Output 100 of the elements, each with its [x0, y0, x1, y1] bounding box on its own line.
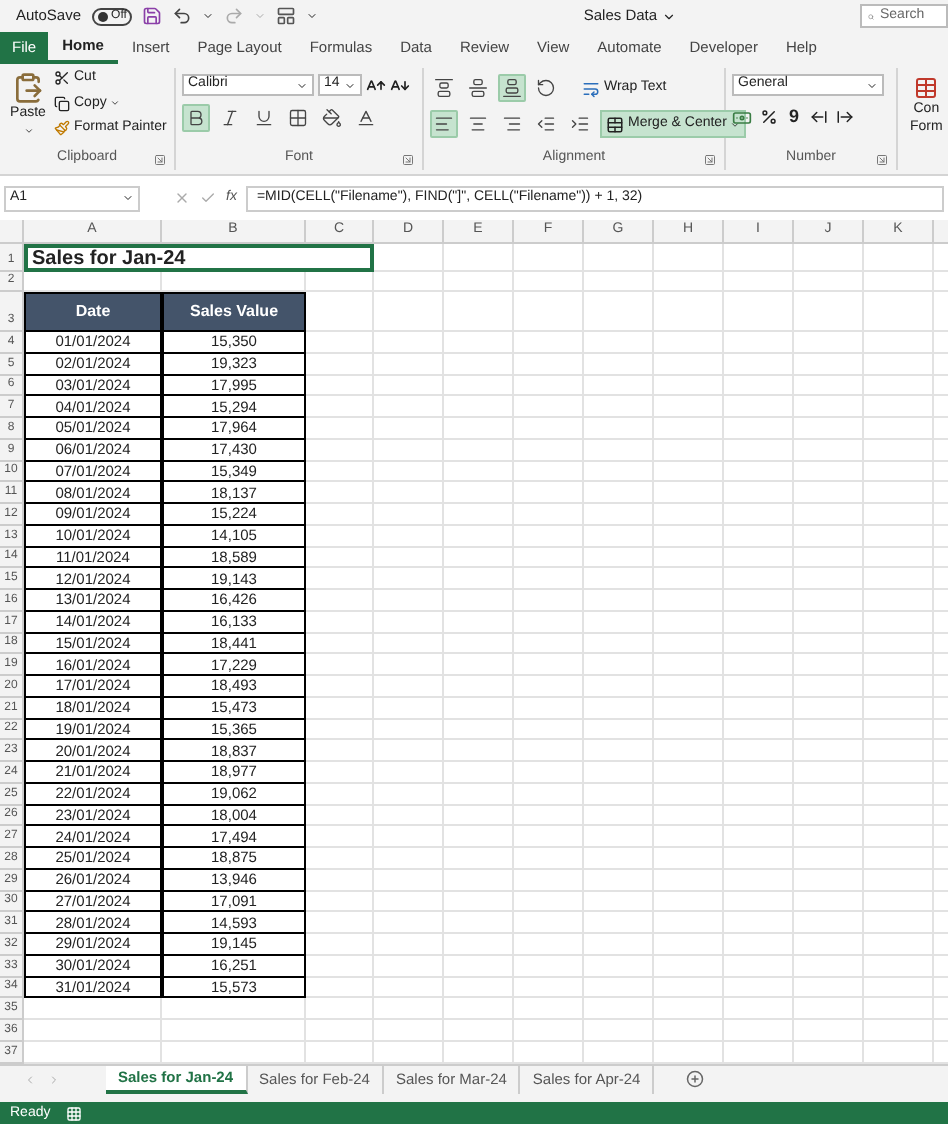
- grid-cell[interactable]: [306, 547, 374, 569]
- grid-cell[interactable]: [444, 244, 514, 272]
- grid-cell[interactable]: [306, 272, 374, 292]
- grid-cell[interactable]: [444, 272, 514, 292]
- grid-cell[interactable]: [794, 869, 864, 891]
- grid-cell[interactable]: [444, 955, 514, 977]
- dialog-launcher-icon[interactable]: [402, 153, 414, 165]
- grid-cell[interactable]: [654, 547, 724, 569]
- grid-cell[interactable]: [584, 697, 654, 719]
- grid-cell[interactable]: [444, 998, 514, 1020]
- redo-icon[interactable]: [224, 6, 245, 26]
- grid-cell[interactable]: [654, 1020, 724, 1042]
- grid-cell[interactable]: [374, 783, 444, 805]
- grid-cell[interactable]: [514, 547, 584, 569]
- grid-cell[interactable]: [306, 977, 374, 999]
- grid-cell[interactable]: [444, 826, 514, 848]
- grid-cell[interactable]: [794, 292, 864, 332]
- grid-cell[interactable]: [306, 869, 374, 891]
- grid-cell[interactable]: [584, 1020, 654, 1042]
- grid-cell[interactable]: [864, 272, 934, 292]
- align-left-button[interactable]: [430, 110, 458, 138]
- cancel-icon[interactable]: [174, 190, 190, 206]
- grid-cell[interactable]: [654, 955, 724, 977]
- grid-cell[interactable]: [654, 934, 724, 956]
- shrink-font-icon[interactable]: [390, 75, 410, 95]
- grid-cell[interactable]: [724, 955, 794, 977]
- grid-cell[interactable]: [306, 676, 374, 698]
- grid-cell[interactable]: [306, 912, 374, 934]
- caret-icon[interactable]: [202, 10, 215, 22]
- grid-cell[interactable]: [864, 848, 934, 870]
- grid-cell[interactable]: [306, 740, 374, 762]
- grid-cell[interactable]: [654, 826, 724, 848]
- grid-cell[interactable]: [584, 353, 654, 375]
- grid-cell[interactable]: [864, 826, 934, 848]
- grid-cell[interactable]: [794, 633, 864, 655]
- grid-cell[interactable]: [864, 912, 934, 934]
- grid-cell[interactable]: [374, 998, 444, 1020]
- grid-cell[interactable]: [444, 740, 514, 762]
- grid-cell[interactable]: [444, 912, 514, 934]
- grid-cell[interactable]: [794, 332, 864, 354]
- grid-cell[interactable]: [584, 332, 654, 354]
- grid-cell[interactable]: [654, 332, 724, 354]
- grid-cell[interactable]: [374, 461, 444, 483]
- grid-cell[interactable]: [584, 676, 654, 698]
- grid-cell[interactable]: [514, 482, 584, 504]
- grid-cell[interactable]: [306, 461, 374, 483]
- grid-cell[interactable]: [514, 396, 584, 418]
- align-middle-button[interactable]: [464, 74, 492, 102]
- grid-cell[interactable]: [654, 461, 724, 483]
- grid-cell[interactable]: [374, 869, 444, 891]
- grid-cell[interactable]: [514, 719, 584, 741]
- grid-cell[interactable]: [654, 977, 724, 999]
- macro-recording-icon[interactable]: [66, 1106, 83, 1122]
- grid-cell[interactable]: [864, 934, 934, 956]
- orientation-button[interactable]: [532, 74, 560, 102]
- grid-cell[interactable]: [374, 805, 444, 827]
- grid-cell[interactable]: [306, 891, 374, 913]
- grid-cell[interactable]: [444, 525, 514, 547]
- grid-cell[interactable]: [864, 719, 934, 741]
- grid-cell[interactable]: [864, 740, 934, 762]
- grid-cell[interactable]: [306, 934, 374, 956]
- grid-cell[interactable]: [374, 719, 444, 741]
- grid-cell[interactable]: [864, 568, 934, 590]
- grid-cell[interactable]: [514, 244, 584, 272]
- grid-cell[interactable]: [514, 762, 584, 784]
- grid-cell[interactable]: [306, 375, 374, 397]
- grid-cell[interactable]: [514, 848, 584, 870]
- grid-cell[interactable]: [724, 848, 794, 870]
- grid-cell[interactable]: [794, 568, 864, 590]
- grid-cell[interactable]: [654, 783, 724, 805]
- grid-cell[interactable]: [514, 611, 584, 633]
- grid-cell[interactable]: [654, 912, 724, 934]
- grid-cell[interactable]: [444, 504, 514, 526]
- grid-cell[interactable]: [724, 805, 794, 827]
- grid-cell[interactable]: [654, 504, 724, 526]
- grid-cell[interactable]: [162, 998, 306, 1020]
- grid-cell[interactable]: [724, 547, 794, 569]
- grid-cell[interactable]: [162, 1020, 306, 1042]
- grid-cell[interactable]: [374, 590, 444, 612]
- grid-cell[interactable]: [24, 1020, 162, 1042]
- grid-cell[interactable]: [444, 611, 514, 633]
- grid-cell[interactable]: [794, 504, 864, 526]
- grid-cell[interactable]: [584, 848, 654, 870]
- save-icon[interactable]: [142, 6, 163, 26]
- grid-cell[interactable]: [374, 912, 444, 934]
- grid-cell[interactable]: [724, 762, 794, 784]
- grid-cell[interactable]: [794, 244, 864, 272]
- grid-cell[interactable]: [724, 244, 794, 272]
- grid-cell[interactable]: [514, 1020, 584, 1042]
- align-top-button[interactable]: [430, 74, 458, 102]
- grid-cell[interactable]: [444, 482, 514, 504]
- form-icon[interactable]: [276, 6, 297, 26]
- grid-cell[interactable]: [654, 396, 724, 418]
- grid-cell[interactable]: [306, 762, 374, 784]
- grid-cell[interactable]: [724, 869, 794, 891]
- percent-icon[interactable]: [760, 108, 778, 127]
- grid-cell[interactable]: [724, 611, 794, 633]
- grid-cell[interactable]: [374, 504, 444, 526]
- grid-cell[interactable]: [864, 244, 934, 272]
- grid-cell[interactable]: [724, 292, 794, 332]
